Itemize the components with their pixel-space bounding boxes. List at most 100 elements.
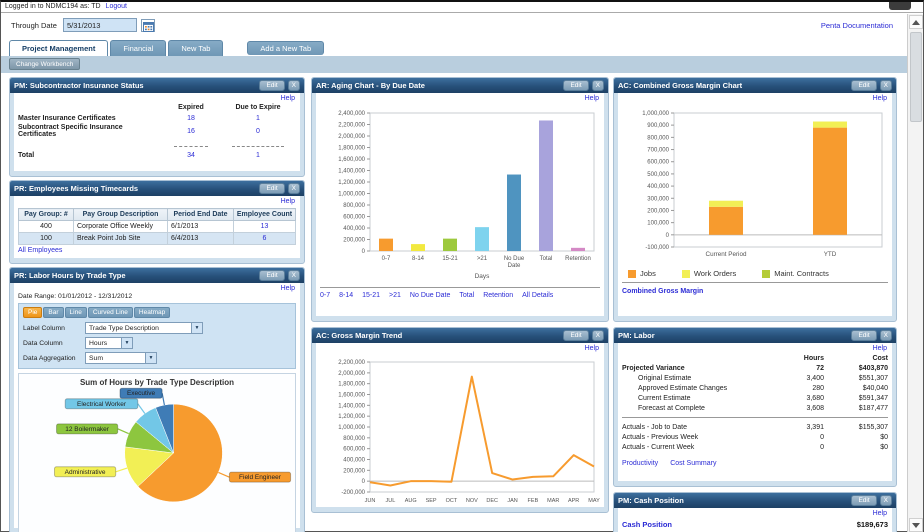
productivity-link[interactable]: Productivity [622,460,658,467]
combined-gross-margin-link[interactable]: Combined Gross Margin [622,288,703,295]
svg-text:200,000: 200,000 [647,208,669,214]
gross-margin-trend-line-chart[interactable]: -200,000 0 200,000 400,000 600,000 800,000 1,0… [320,354,604,506]
label-column-select[interactable]: Trade Type Description ▼ [85,322,203,334]
workbench-tabs: Project Management Financial New Tab Add… [9,40,325,56]
svg-text:1,400,000: 1,400,000 [338,169,365,175]
help-link[interactable]: Help [281,198,295,205]
svg-text:0: 0 [362,479,366,485]
tab-new-tab[interactable]: New Tab [168,40,224,56]
insurance-row: Subcontract Specific Insurance Certifica… [18,124,296,138]
edit-button[interactable]: Edit [259,183,285,194]
aging-bar-chart[interactable]: 0 200,000 400,000 600,000 800,000 1,000,000 1,… [320,105,602,281]
chart-type-heatmap-button[interactable]: Heatmap [133,307,171,318]
edit-button[interactable]: Edit [259,80,285,91]
close-button[interactable]: X [591,80,604,91]
aging-link-total[interactable]: Total [459,292,474,299]
expired-count-link[interactable]: 18 [162,115,220,122]
calendar-button[interactable] [141,19,155,32]
aging-link-gt21[interactable]: >21 [389,292,401,299]
total-expired-link[interactable]: 34 [162,152,220,159]
edit-button[interactable]: Edit [259,270,285,281]
scrollbar-thumb[interactable] [910,32,922,122]
total-due-link[interactable]: 1 [220,152,296,159]
tab-financial[interactable]: Financial [110,40,167,56]
labor-row: Current Estimate 3,680 $591,347 [638,394,888,402]
divider [622,282,888,283]
cash-position-link[interactable]: Cash Position [622,520,672,529]
employee-count-link[interactable]: 13 [261,223,269,230]
panel-labor: PM: Labor Edit X Help Hours Cost Project… [613,327,897,487]
due-count-link[interactable]: 1 [220,115,296,122]
svg-text:0-7: 0-7 [382,256,391,262]
cost-summary-link[interactable]: Cost Summary [670,460,716,467]
svg-text:1,600,000: 1,600,000 [338,157,365,163]
help-link[interactable]: Help [585,345,599,352]
panel-title: PR: Employees Missing Timecards [14,184,139,193]
data-aggregation-label: Data Aggregation [23,354,76,362]
employee-count-link[interactable]: 6 [263,235,267,242]
add-new-tab-button[interactable]: Add a New Tab [247,41,325,55]
aging-link-no-due-date[interactable]: No Due Date [410,292,450,299]
svg-text:-200,000: -200,000 [341,490,365,496]
help-link[interactable]: Help [281,95,295,102]
legend-swatch-icon [681,269,690,278]
chart-type-line-button[interactable]: Line [64,307,87,318]
calendar-icon [142,22,154,32]
chart-type-curved-line-button[interactable]: Curved Line [87,307,133,318]
svg-text:1,000,000: 1,000,000 [642,111,669,117]
svg-text:1,000,000: 1,000,000 [338,192,365,198]
aging-link-retention[interactable]: Retention [483,292,513,299]
edit-button[interactable]: Edit [851,80,877,91]
close-button[interactable]: X [287,80,300,91]
chart-type-pie-button[interactable]: Pie [23,307,43,318]
svg-text:FEB: FEB [528,498,539,504]
panel-aging-chart: AR: Aging Chart - By Due Date Edit X Hel… [311,77,609,322]
help-link[interactable]: Help [873,95,887,102]
vertical-scrollbar[interactable] [907,14,923,532]
close-button[interactable]: X [879,80,892,91]
edit-button[interactable]: Edit [563,80,589,91]
labor-row: Projected Variance 72 $403,870 [622,364,888,372]
edit-button[interactable]: Edit [851,330,877,341]
all-employees-link[interactable]: All Employees [18,247,62,254]
svg-text:600,000: 600,000 [343,215,365,221]
penta-documentation-link[interactable]: Penta Documentation [821,21,893,30]
close-button[interactable]: X [591,330,604,341]
aging-link-15-21[interactable]: 15-21 [362,292,380,299]
edit-button[interactable]: Edit [851,495,877,506]
panel-combined-gross-margin: AC: Combined Gross Margin Chart Edit X H… [613,77,897,322]
due-count-link[interactable]: 0 [220,128,296,135]
aging-link-0-7[interactable]: 0-7 [320,292,330,299]
close-button[interactable]: X [287,183,300,194]
help-link[interactable]: Help [873,510,887,517]
aging-link-all-details[interactable]: All Details [522,292,553,299]
trade-type-pie-chart[interactable]: Field Engineer Administrative 12 Boilermak… [19,387,295,519]
col-cost: Cost [872,354,888,362]
data-aggregation-select[interactable]: Sum ▼ [85,352,157,364]
through-date-input[interactable] [63,18,137,32]
help-link[interactable]: Help [873,345,887,352]
close-button[interactable]: X [879,330,892,341]
logout-link[interactable]: Logout [106,3,127,10]
change-workbench-button[interactable]: Change Workbench [9,58,81,70]
svg-text:SEP: SEP [426,498,437,504]
scroll-down-button[interactable] [909,518,923,532]
svg-text:900,000: 900,000 [647,123,669,129]
close-button[interactable]: X [287,270,300,281]
data-column-select[interactable]: Hours ▼ [85,337,133,349]
edit-button[interactable]: Edit [563,330,589,341]
help-link[interactable]: Help [585,95,599,102]
chart-type-bar-button[interactable]: Bar [43,307,64,318]
expired-count-link[interactable]: 16 [162,128,220,135]
aging-link-8-14[interactable]: 8-14 [339,292,353,299]
tab-project-management[interactable]: Project Management [9,40,109,56]
combined-gross-margin-bar-chart[interactable]: -100,000 0 100,000 200,000 300,000 400,000 500… [622,105,890,263]
svg-text:APR: APR [568,498,579,504]
help-link[interactable]: Help [281,285,295,292]
timecards-table: Pay Group: # Pay Group Description Perio… [18,208,296,245]
close-button[interactable]: X [879,495,892,506]
pie-chart-title: Sum of Hours by Trade Type Description [79,378,235,387]
svg-text:JAN: JAN [507,498,517,504]
labor-row: Actuals - Current Week 0 $0 [622,443,888,451]
scroll-up-button[interactable] [909,15,923,29]
